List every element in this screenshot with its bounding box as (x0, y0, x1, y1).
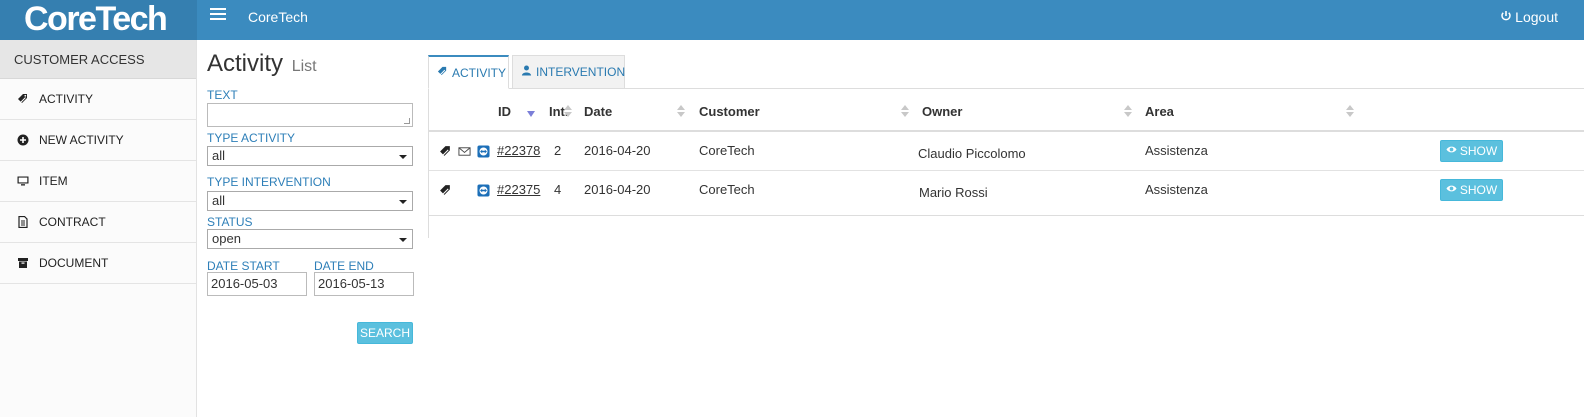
sidebar-item-label: ITEM (39, 174, 68, 188)
top-navbar: CoreTech CoreTech Logout (0, 0, 1584, 40)
activity-id-link[interactable]: #22375 (497, 182, 540, 197)
tab-intervention[interactable]: INTERVENTION (512, 55, 625, 89)
sort-icon (1346, 105, 1354, 117)
search-button[interactable]: SEARCH (357, 322, 413, 344)
tag-icon (438, 144, 452, 158)
page-subtitle: List (291, 58, 317, 75)
show-button-label: SHOW (1459, 183, 1498, 197)
sidebar-item-item[interactable]: ITEM (0, 161, 196, 202)
mail-icon[interactable] (457, 144, 471, 158)
sort-icon (1124, 105, 1132, 117)
tag-icon (437, 66, 448, 80)
archive-icon (16, 256, 30, 270)
menu-toggle-icon[interactable] (210, 8, 226, 22)
plus-circle-icon (16, 133, 30, 147)
column-header-owner[interactable]: Owner (922, 104, 962, 119)
tab-activity[interactable]: ACTIVITY (428, 55, 509, 89)
app-title: CoreTech (248, 9, 308, 25)
teamviewer-icon[interactable] (476, 144, 490, 158)
table-header: ID Int. Date Customer Owner Area (429, 89, 1584, 132)
tag-icon (438, 183, 452, 197)
page-title-text: Activity (207, 50, 284, 77)
tag-icon (16, 92, 30, 106)
sidebar-item-contract[interactable]: CONTRACT (0, 202, 196, 243)
show-button[interactable]: SHOW (1440, 179, 1503, 201)
cell-int: 4 (554, 182, 562, 197)
type-activity-label: TYPE ACTIVITY (207, 131, 296, 145)
sidebar-item-activity[interactable]: ACTIVITY (0, 79, 196, 120)
user-icon (521, 65, 532, 79)
cell-area: Assistenza (1145, 143, 1208, 158)
eye-icon (1446, 144, 1457, 158)
type-intervention-select[interactable]: all (207, 191, 413, 211)
activity-id-link[interactable]: #22378 (497, 143, 540, 158)
logout-button[interactable]: Logout (1500, 9, 1558, 25)
activity-table: ID Int. Date Customer Owner Area #22378 (428, 89, 1584, 216)
cell-owner: Mario Rossi (919, 185, 988, 200)
tab-label: INTERVENTION (536, 65, 626, 79)
type-activity-select[interactable]: all (207, 146, 413, 166)
sidebar-item-document[interactable]: DOCUMENT (0, 243, 196, 284)
sort-icon (564, 105, 572, 117)
cell-date: 2016-04-20 (584, 143, 651, 158)
panel-divider (428, 216, 429, 238)
sidebar-item-label: ACTIVITY (39, 92, 94, 106)
logo[interactable]: CoreTech (0, 0, 197, 40)
date-range: DATE START 2016-05-03 DATE END 2016-05-1… (207, 257, 417, 296)
sidebar-item-label: CONTRACT (39, 215, 106, 229)
filter-panel: Activity List TEXT TYPE ACTIVITY all TYP… (207, 50, 417, 344)
sort-icon (901, 105, 909, 117)
status-value: open (212, 231, 241, 246)
cell-date: 2016-04-20 (584, 182, 651, 197)
cell-int: 2 (554, 143, 562, 158)
page-title: Activity List (207, 50, 417, 86)
column-header-date[interactable]: Date (584, 104, 612, 119)
show-button-label: SHOW (1459, 144, 1498, 158)
sidebar-item-label: NEW ACTIVITY (39, 133, 124, 147)
cell-owner: Claudio Piccolomo (918, 146, 1026, 161)
type-intervention-value: all (212, 193, 226, 208)
type-activity-value: all (212, 148, 226, 163)
results-panel: ACTIVITY INTERVENTION ID Int. Date Custo… (428, 55, 1584, 237)
show-button[interactable]: SHOW (1440, 140, 1503, 162)
sidebar-item-label: DOCUMENT (39, 256, 109, 270)
sort-icon (677, 105, 685, 117)
monitor-icon (16, 174, 30, 188)
table-row: #22378 2 2016-04-20 CoreTech Claudio Pic… (429, 132, 1584, 171)
text-label: TEXT (207, 88, 238, 102)
sidebar-item-new-activity[interactable]: NEW ACTIVITY (0, 120, 196, 161)
status-select[interactable]: open (207, 229, 413, 249)
date-start-input[interactable]: 2016-05-03 (207, 272, 307, 296)
date-start-group: DATE START 2016-05-03 (207, 257, 307, 296)
teamviewer-icon[interactable] (476, 183, 490, 197)
chevron-down-icon (399, 238, 407, 242)
cell-area: Assistenza (1145, 182, 1208, 197)
column-header-customer[interactable]: Customer (699, 104, 760, 119)
cell-customer: CoreTech (699, 182, 755, 197)
date-end-group: DATE END 2016-05-13 (314, 257, 414, 296)
column-header-area[interactable]: Area (1145, 104, 1174, 119)
cell-customer: CoreTech (699, 143, 755, 158)
date-end-input[interactable]: 2016-05-13 (314, 272, 414, 296)
sort-desc-icon (527, 111, 535, 117)
file-icon (16, 215, 30, 229)
column-header-id[interactable]: ID (498, 104, 511, 119)
text-input[interactable] (207, 103, 413, 127)
status-label: STATUS (207, 215, 253, 229)
power-icon (1500, 9, 1512, 25)
chevron-down-icon (399, 200, 407, 204)
type-intervention-label: TYPE INTERVENTION (207, 175, 331, 189)
eye-icon (1446, 183, 1457, 197)
table-row: #22375 4 2016-04-20 CoreTech Mario Rossi… (429, 171, 1584, 210)
sidebar-header: CUSTOMER ACCESS (0, 40, 196, 79)
tab-label: ACTIVITY (452, 65, 507, 80)
logout-label: Logout (1515, 9, 1558, 25)
resize-handle-icon[interactable] (404, 118, 410, 124)
chevron-down-icon (399, 155, 407, 159)
sidebar: CUSTOMER ACCESS ACTIVITY NEW ACTIVITY IT… (0, 40, 197, 417)
